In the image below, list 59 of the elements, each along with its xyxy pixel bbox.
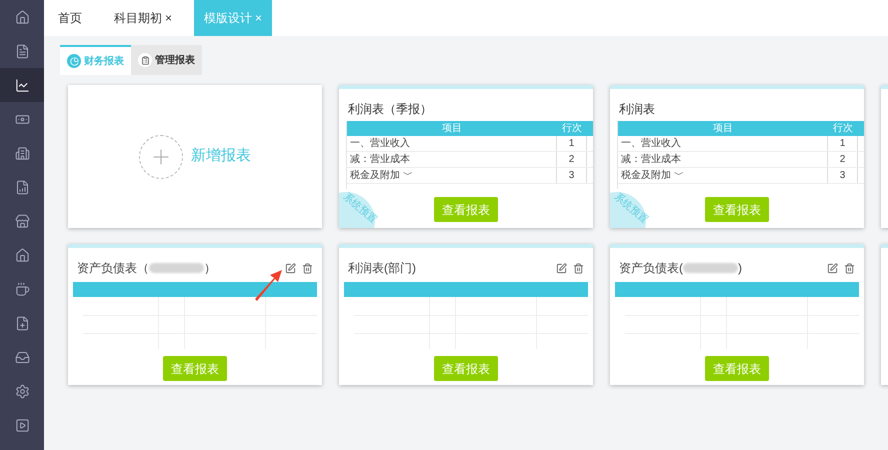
- inbox-icon: [14, 350, 30, 364]
- card-title: 资产负债表(: [619, 260, 683, 277]
- card-title: 利润表: [619, 102, 656, 116]
- new-report-card[interactable]: 新增报表: [68, 85, 322, 228]
- line-chart-icon: [14, 78, 30, 92]
- view-report-button[interactable]: 查看报表: [705, 356, 769, 381]
- settings-icon: [14, 384, 30, 398]
- report-icon: [14, 180, 30, 194]
- table-cell: 一、营业收入: [618, 136, 828, 151]
- play-icon: [14, 418, 30, 432]
- file-plus-icon: [14, 316, 30, 330]
- delete-icon[interactable]: [573, 262, 584, 274]
- column-header: 项目: [712, 122, 734, 136]
- sidebar-item[interactable]: [0, 68, 44, 102]
- table-cell: 3: [828, 168, 858, 183]
- edit-icon[interactable]: [285, 262, 296, 274]
- card-title: 利润表(部门): [348, 260, 416, 277]
- cup-icon: [14, 282, 30, 296]
- tab[interactable]: 首页: [48, 0, 92, 36]
- store-icon: [14, 214, 30, 228]
- preset-label: 系统预置: [341, 191, 379, 226]
- close-icon[interactable]: ×: [255, 11, 262, 25]
- view-report-button[interactable]: 查看报表: [705, 197, 769, 222]
- table-cell: 减：营业成本: [618, 152, 828, 167]
- card-title: 资产负债表（: [77, 260, 149, 277]
- edit-icon[interactable]: [556, 262, 567, 274]
- close-icon[interactable]: ×: [165, 11, 172, 25]
- table-cell: 2: [828, 152, 858, 167]
- document-icon: [14, 44, 30, 58]
- table-cell: 1: [557, 136, 587, 151]
- table-cell: 减：营业成本: [347, 152, 557, 167]
- house-icon: [14, 248, 30, 262]
- table-cell: 一、营业收入: [347, 136, 557, 151]
- column-header: 项目: [441, 122, 463, 136]
- pie-chart-icon: [70, 56, 78, 66]
- home-icon: [14, 10, 30, 24]
- preset-label: 系统预置: [612, 191, 650, 226]
- delete-icon[interactable]: [844, 262, 855, 274]
- view-report-button[interactable]: 查看报表: [163, 356, 227, 381]
- clipboard-icon: [140, 56, 150, 64]
- card-title: 利润表（季报）: [348, 102, 433, 116]
- delete-icon[interactable]: [302, 262, 313, 274]
- edit-icon[interactable]: [827, 262, 838, 274]
- building-icon: [14, 146, 30, 160]
- column-header: 行次: [832, 122, 854, 136]
- table-cell: 2: [557, 152, 587, 167]
- report-type-tab[interactable]: 财务报表: [60, 45, 131, 75]
- table-cell: 3: [557, 168, 587, 183]
- table-cell: 税金及附加 ﹀: [618, 168, 828, 183]
- column-header: 行次: [561, 122, 583, 136]
- report-type-tab[interactable]: 管理报表: [131, 45, 202, 75]
- table-cell: 1: [828, 136, 858, 151]
- view-report-button[interactable]: 查看报表: [434, 356, 498, 381]
- table-cell: 税金及附加 ﹀: [347, 168, 557, 183]
- card-title: ): [738, 260, 742, 277]
- tab[interactable]: 科目期初 ×: [104, 0, 182, 36]
- tab[interactable]: 模版设计 ×: [194, 0, 272, 36]
- card-title: ）: [204, 260, 216, 277]
- view-report-button[interactable]: 查看报表: [434, 197, 498, 222]
